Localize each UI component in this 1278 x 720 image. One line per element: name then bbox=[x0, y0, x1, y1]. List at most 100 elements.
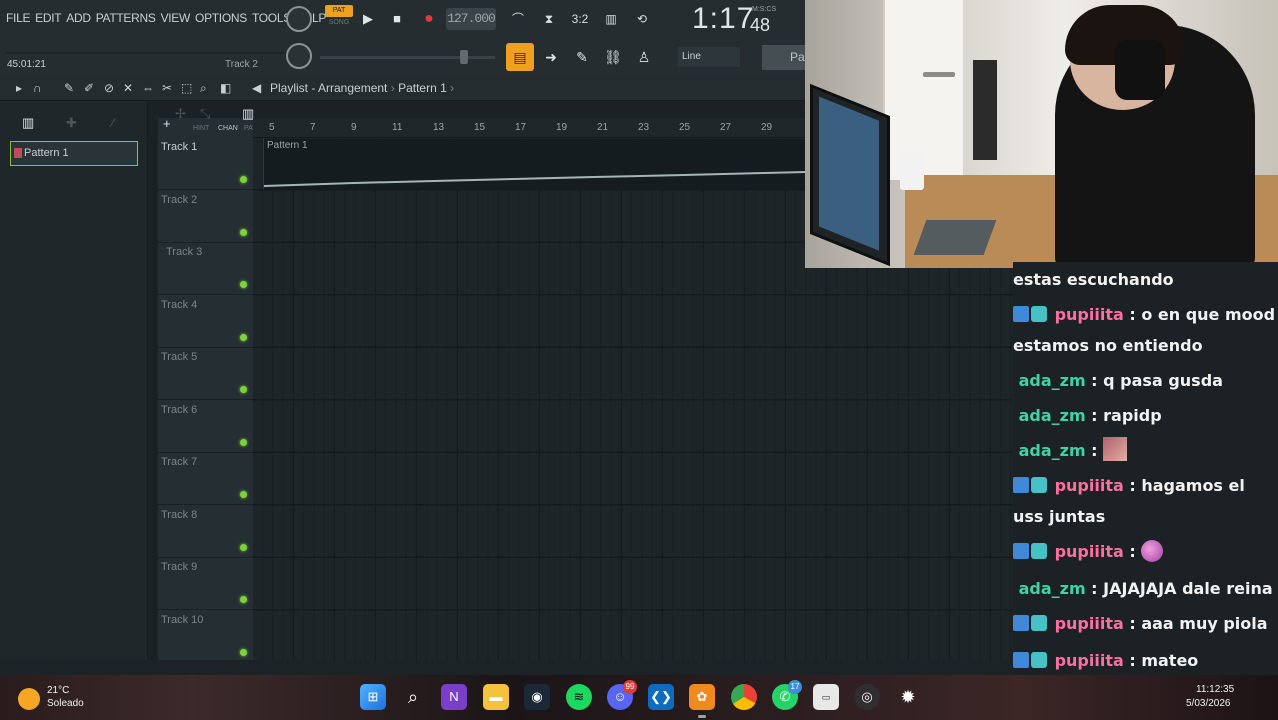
menu-item-file[interactable]: FILE bbox=[6, 11, 30, 25]
countdown-icon[interactable]: 3:2 bbox=[568, 9, 592, 29]
magnet-icon[interactable]: ∩ bbox=[33, 81, 42, 95]
playlist-bottom-scrollbar[interactable] bbox=[0, 660, 1013, 675]
master-pitch-knob[interactable] bbox=[286, 43, 312, 69]
track-header[interactable]: Track 7 bbox=[158, 453, 253, 505]
track-enable-led[interactable] bbox=[240, 228, 247, 236]
menu-arrow-icon[interactable]: ▸ bbox=[16, 81, 22, 95]
system-time[interactable]: 11:12:35 bbox=[1196, 684, 1234, 695]
stop-button[interactable]: ■ bbox=[386, 8, 408, 30]
loop-record-icon[interactable]: ⟲ bbox=[630, 9, 654, 29]
pat-song-toggle[interactable]: PAT SONG bbox=[325, 5, 353, 33]
track-header[interactable]: Track 1 bbox=[158, 138, 253, 190]
draw-tool-icon[interactable]: ✎ bbox=[64, 81, 74, 95]
menu-item-add[interactable]: ADD bbox=[66, 11, 91, 25]
chat-text: rapidp bbox=[1103, 406, 1162, 425]
track-enable-led[interactable] bbox=[240, 281, 247, 288]
zoom-tool-icon[interactable]: ⌕ bbox=[200, 81, 207, 96]
vscode-icon[interactable]: ❮❯ bbox=[648, 684, 674, 710]
search-icon[interactable]: ⌕ bbox=[400, 684, 426, 710]
master-volume-handle[interactable] bbox=[460, 50, 468, 64]
select-tool-icon[interactable]: ⬚ bbox=[181, 81, 192, 95]
track-enable-led[interactable] bbox=[240, 438, 247, 446]
track-enable-led[interactable] bbox=[240, 176, 247, 183]
metronome-icon[interactable]: ⌒ bbox=[506, 9, 530, 29]
snap-icon[interactable]: ✢ bbox=[175, 106, 186, 122]
pencil-icon[interactable]: ✎ bbox=[568, 43, 596, 71]
menu-item-edit[interactable]: EDIT bbox=[35, 11, 61, 25]
arrow-icon[interactable]: ➜ bbox=[537, 43, 565, 71]
file-explorer-icon[interactable]: ▬ bbox=[483, 684, 509, 710]
track-enable-led[interactable] bbox=[240, 333, 247, 341]
track-header[interactable]: Track 3 bbox=[158, 243, 253, 295]
track-header[interactable]: Track 2 bbox=[158, 191, 253, 243]
mute-tool-icon[interactable]: ✕ bbox=[123, 81, 133, 95]
chat-username[interactable]: ada_zm bbox=[1019, 371, 1086, 390]
speaker-icon[interactable]: ◀ bbox=[252, 81, 261, 95]
record-button[interactable]: ● bbox=[418, 8, 440, 30]
track-enable-led[interactable] bbox=[240, 491, 247, 498]
timeline-ruler[interactable]: 5 7 9 11 13 15 17 19 21 23 25 27 29 bbox=[253, 118, 805, 138]
chat-username[interactable]: pupiiita bbox=[1055, 651, 1124, 670]
chat-username[interactable]: pupiiita bbox=[1055, 476, 1124, 495]
obs-icon[interactable]: ◎ bbox=[854, 684, 880, 710]
track-enable-led[interactable] bbox=[240, 596, 247, 603]
piano-icon[interactable]: ▥ bbox=[22, 115, 34, 131]
tempo-display[interactable]: 127.000 bbox=[446, 8, 496, 30]
add-pattern-icon[interactable]: ✚ bbox=[66, 115, 77, 131]
master-volume-knob[interactable] bbox=[286, 6, 312, 32]
track-header[interactable]: Track 10 bbox=[158, 611, 253, 663]
track-enable-led[interactable] bbox=[240, 386, 247, 393]
steelseries-icon[interactable]: ✹ bbox=[895, 684, 921, 710]
track-enable-led[interactable] bbox=[240, 648, 247, 656]
onenote-icon[interactable]: N bbox=[441, 684, 467, 710]
slice-tool-icon[interactable]: ✂ bbox=[162, 81, 172, 95]
slip-tool-icon[interactable]: ⇔ bbox=[142, 81, 154, 95]
play-button[interactable]: ▶ bbox=[357, 8, 379, 30]
chat-username[interactable]: ada_zm bbox=[1019, 406, 1086, 425]
snap-select[interactable]: Line bbox=[678, 47, 740, 67]
chat-username[interactable]: pupiiita bbox=[1055, 542, 1124, 561]
pattern-list-item[interactable]: Pattern 1 bbox=[10, 141, 138, 166]
wait-input-icon[interactable]: ⧗ bbox=[537, 9, 561, 29]
track-header[interactable]: Track 4 bbox=[158, 296, 253, 348]
paint-tool-icon[interactable]: ✐ bbox=[84, 81, 94, 95]
chat-username[interactable]: ada_zm bbox=[1019, 579, 1086, 598]
playlist-view-button[interactable]: ▤ bbox=[506, 43, 534, 71]
whatsapp-icon[interactable]: ✆ 17 bbox=[772, 680, 802, 710]
pattern-select[interactable]: Pa bbox=[762, 45, 805, 70]
chat-username[interactable]: ada_zm bbox=[1019, 441, 1086, 460]
step-edit-icon[interactable]: ▥ bbox=[599, 9, 623, 29]
app-icon[interactable]: ▭ bbox=[813, 684, 839, 710]
delete-tool-icon[interactable]: ⊘ bbox=[104, 81, 114, 95]
breadcrumb-pattern[interactable]: Pattern 1 bbox=[398, 81, 447, 95]
link-icon[interactable]: ⛓ bbox=[599, 43, 627, 71]
chat-username[interactable]: pupiiita bbox=[1055, 614, 1124, 633]
stamp-icon[interactable]: ♙ bbox=[630, 43, 658, 71]
track-header[interactable]: Track 8 bbox=[158, 506, 253, 558]
windows-start-icon[interactable]: ⊞ bbox=[360, 684, 386, 710]
chrome-icon[interactable] bbox=[731, 684, 757, 710]
clone-pattern-icon[interactable]: ⁄ bbox=[112, 115, 114, 130]
menu-item-view[interactable]: VIEW bbox=[161, 11, 191, 25]
system-date[interactable]: 5/03/2026 bbox=[1186, 698, 1231, 709]
discord-icon[interactable]: ☺ 99 bbox=[607, 680, 637, 710]
fl-studio-icon[interactable]: ✿ bbox=[689, 684, 715, 718]
chat-username[interactable]: pupiiita bbox=[1055, 305, 1124, 324]
track-header[interactable]: Track 6 bbox=[158, 401, 253, 453]
windows-taskbar: 21°C Soleado ⊞ ⌕ N ▬ ◉ ≋ ☺ 99 ❮❯ ✿ ✆ 17 ▭ … bbox=[0, 675, 1278, 720]
track-header[interactable]: Track 5 bbox=[158, 348, 253, 400]
track-header[interactable]: Track 9 bbox=[158, 558, 253, 610]
add-icon[interactable]: + bbox=[163, 116, 171, 131]
pattern-clip[interactable]: Pattern 1 bbox=[263, 139, 806, 189]
menu-item-patterns[interactable]: PATTERNS bbox=[96, 11, 156, 25]
stretch-icon[interactable]: ⤡ bbox=[200, 106, 210, 122]
playback-tool-icon[interactable]: ◧ bbox=[220, 81, 231, 95]
steam-icon[interactable]: ◉ bbox=[524, 684, 550, 710]
track-enable-led[interactable] bbox=[240, 543, 247, 551]
picker-scrollbar[interactable] bbox=[150, 140, 156, 670]
user-badges bbox=[1013, 302, 1049, 331]
menu-item-options[interactable]: OPTIONS bbox=[195, 11, 247, 25]
spotify-icon[interactable]: ≋ bbox=[566, 684, 592, 710]
user-badges bbox=[1013, 473, 1049, 502]
master-volume-slider[interactable] bbox=[320, 56, 495, 59]
